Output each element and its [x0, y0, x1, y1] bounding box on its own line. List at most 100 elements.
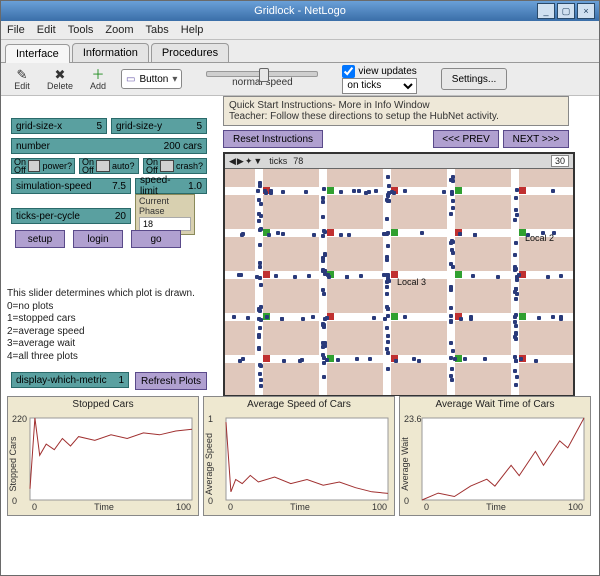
car: [513, 320, 517, 324]
car: [552, 231, 556, 235]
car: [513, 315, 517, 319]
world-canvas[interactable]: /*lights drawn below via JS for brevity*…: [225, 169, 573, 395]
car: [258, 326, 262, 330]
car: [355, 357, 359, 361]
button-login[interactable]: login: [73, 230, 123, 248]
svg-text:Average Wait: Average Wait: [400, 437, 410, 491]
car: [259, 283, 263, 287]
slider-display-which-metric[interactable]: display-which-metric1: [11, 372, 129, 388]
car: [256, 189, 260, 193]
car: [451, 206, 455, 210]
car: [449, 341, 453, 345]
car: [269, 191, 273, 195]
minimize-button[interactable]: _: [537, 3, 555, 19]
button-setup[interactable]: setup: [15, 230, 65, 248]
traffic-light: [327, 229, 334, 236]
car: [515, 188, 519, 192]
world-view[interactable]: ◀▶✦▼ ticks 78 30 /*lights drawn below vi…: [223, 152, 575, 396]
maximize-button[interactable]: ▢: [557, 3, 575, 19]
car: [551, 315, 555, 319]
menu-edit[interactable]: Edit: [37, 24, 56, 36]
speed-slider[interactable]: normal speed: [206, 71, 318, 88]
menu-tools[interactable]: Tools: [68, 24, 94, 36]
svg-text:0: 0: [12, 496, 17, 506]
chevron-down-icon: ▾: [172, 74, 177, 85]
svg-text:Time: Time: [486, 502, 506, 512]
car: [417, 359, 421, 363]
car: [321, 200, 325, 204]
button-go[interactable]: go: [131, 230, 181, 248]
switch-crash[interactable]: OnOffcrash?: [143, 158, 207, 174]
car: [387, 279, 391, 283]
car: [259, 318, 263, 322]
widget-type-combo[interactable]: ▭ Button ▾: [121, 69, 182, 89]
button-reset-instructions[interactable]: Reset Instructions: [223, 130, 323, 148]
view-3d-icons[interactable]: ◀▶✦▼: [229, 156, 263, 167]
car: [323, 344, 327, 348]
button-prev[interactable]: <<< PREV: [433, 130, 499, 148]
car: [514, 383, 518, 387]
plot-average-wait: Average Wait Time of Cars 23.6 0 0 100 T…: [399, 396, 591, 516]
slider-simulation-speed[interactable]: simulation-speed7.5: [11, 178, 131, 194]
car: [449, 285, 453, 289]
car: [514, 324, 518, 328]
car: [265, 315, 269, 319]
car: [258, 265, 262, 269]
car: [281, 190, 285, 194]
switch-power[interactable]: OnOffpower?: [11, 158, 75, 174]
car: [257, 335, 261, 339]
car: [514, 337, 518, 341]
car: [321, 234, 325, 238]
car: [386, 340, 390, 344]
tab-interface[interactable]: Interface: [5, 44, 70, 63]
car: [322, 187, 326, 191]
car: [327, 275, 331, 279]
view-patch-size[interactable]: 30: [551, 155, 569, 167]
traffic-light: [263, 355, 270, 362]
car: [442, 190, 446, 194]
button-refresh-plots[interactable]: Refresh Plots: [135, 372, 207, 390]
settings-button[interactable]: Settings...: [441, 68, 507, 90]
slider-number[interactable]: number200 cars: [11, 138, 207, 154]
edit-button[interactable]: ✎Edit: [7, 68, 37, 91]
quickstart-output: Quick Start Instructions- More in Info W…: [223, 96, 569, 126]
view-updates-mode[interactable]: on ticks: [342, 78, 416, 94]
slider-grid-size-y[interactable]: grid-size-y5: [111, 118, 207, 134]
car: [322, 292, 326, 296]
slider-grid-size-x[interactable]: grid-size-x5: [11, 118, 107, 134]
car: [384, 232, 388, 236]
car: [534, 359, 538, 363]
menu-file[interactable]: File: [7, 24, 25, 36]
svg-text:0: 0: [404, 496, 409, 506]
add-button[interactable]: ＋Add: [83, 68, 113, 91]
car: [258, 184, 262, 188]
plot-average-speed: Average Speed of Cars 1 0 0 100 Time Ave…: [203, 396, 395, 516]
car: [385, 326, 389, 330]
menu-zoom[interactable]: Zoom: [105, 24, 133, 36]
delete-button[interactable]: ✖Delete: [45, 68, 75, 91]
close-button[interactable]: ×: [577, 3, 595, 19]
car: [385, 292, 389, 296]
switch-auto[interactable]: OnOffauto?: [79, 158, 139, 174]
car: [386, 273, 390, 277]
tab-information[interactable]: Information: [72, 43, 149, 62]
svg-text:Time: Time: [290, 502, 310, 512]
car: [453, 357, 457, 361]
svg-text:0: 0: [208, 496, 213, 506]
view-toolbar: ◀▶✦▼ ticks 78 30: [225, 154, 573, 169]
tab-procedures[interactable]: Procedures: [151, 43, 229, 62]
slider-ticks-per-cycle[interactable]: ticks-per-cycle20: [11, 208, 131, 224]
view-updates-checkbox[interactable]: [342, 65, 355, 78]
car: [541, 231, 545, 235]
car: [451, 240, 455, 244]
slider-speed-limit[interactable]: speed-limit1.0: [135, 178, 207, 194]
car: [515, 213, 519, 217]
car: [449, 319, 453, 323]
svg-text:1: 1: [208, 414, 213, 424]
menu-help[interactable]: Help: [181, 24, 204, 36]
car: [451, 199, 455, 203]
menu-tabs[interactable]: Tabs: [146, 24, 169, 36]
car: [347, 233, 351, 237]
button-next[interactable]: NEXT >>>: [503, 130, 569, 148]
car: [514, 196, 518, 200]
